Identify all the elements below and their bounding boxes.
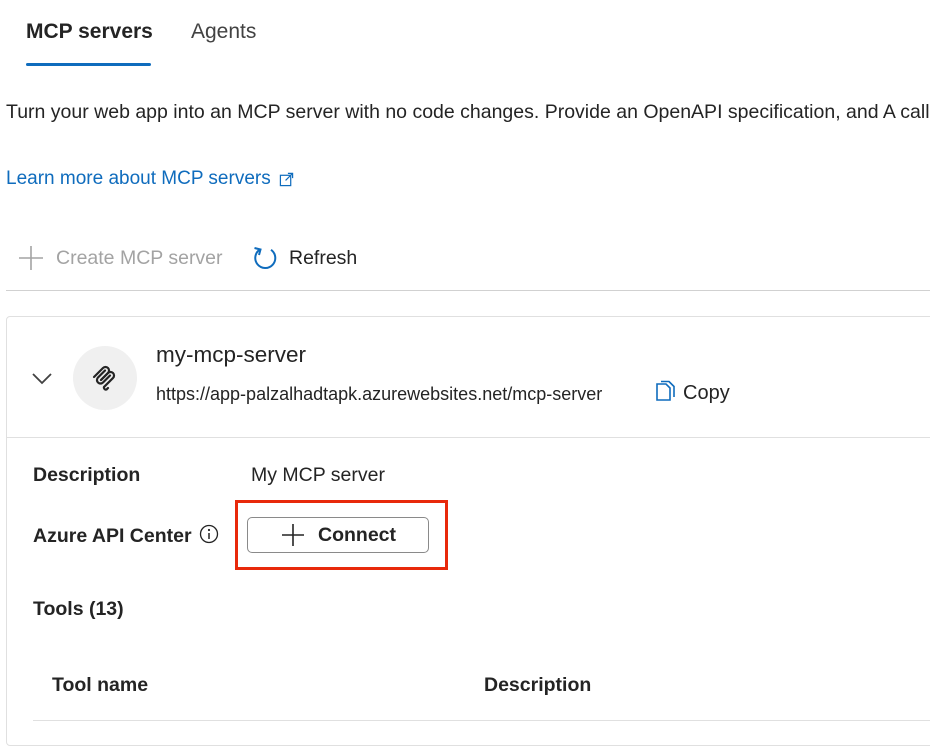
refresh-label: Refresh <box>289 246 358 269</box>
mcp-server-icon <box>92 365 116 391</box>
info-icon[interactable] <box>199 524 219 544</box>
create-mcp-server-button[interactable]: Create MCP server <box>16 240 223 276</box>
tools-heading: Tools (13) <box>33 598 124 620</box>
toolbar-divider <box>6 290 930 291</box>
column-header-description[interactable]: Description <box>484 674 591 697</box>
create-mcp-server-label: Create MCP server <box>56 246 223 269</box>
intro-description: Turn your web app into an MCP server wit… <box>6 101 930 123</box>
copy-url-button[interactable]: Copy <box>653 380 730 406</box>
plus-icon <box>282 524 304 546</box>
active-tab-indicator <box>26 63 151 66</box>
mcp-server-avatar <box>73 346 137 410</box>
tab-mcp-servers[interactable]: MCP servers <box>26 20 153 44</box>
external-link-icon <box>279 172 293 186</box>
learn-more-link[interactable]: Learn more about MCP servers <box>6 168 294 190</box>
server-name: my-mcp-server <box>156 342 306 367</box>
copy-label: Copy <box>683 381 730 404</box>
connect-label: Connect <box>318 523 396 546</box>
learn-more-label: Learn more about MCP servers <box>6 168 271 189</box>
refresh-icon <box>254 247 277 269</box>
card-header-divider <box>6 437 930 438</box>
azure-api-center-label: Azure API Center <box>33 525 192 547</box>
chevron-down-icon[interactable] <box>30 366 54 390</box>
description-value: My MCP server <box>251 464 385 486</box>
copy-icon <box>656 380 675 401</box>
column-header-tool-name[interactable]: Tool name <box>52 674 148 697</box>
connect-button[interactable]: Connect <box>247 517 429 553</box>
tab-agents[interactable]: Agents <box>191 20 256 44</box>
refresh-button[interactable]: Refresh <box>251 240 357 276</box>
description-label: Description <box>33 464 141 486</box>
plus-icon <box>19 246 43 270</box>
table-header-divider <box>33 720 930 721</box>
server-url: https://app-palzalhadtapk.azurewebsites.… <box>156 384 603 404</box>
